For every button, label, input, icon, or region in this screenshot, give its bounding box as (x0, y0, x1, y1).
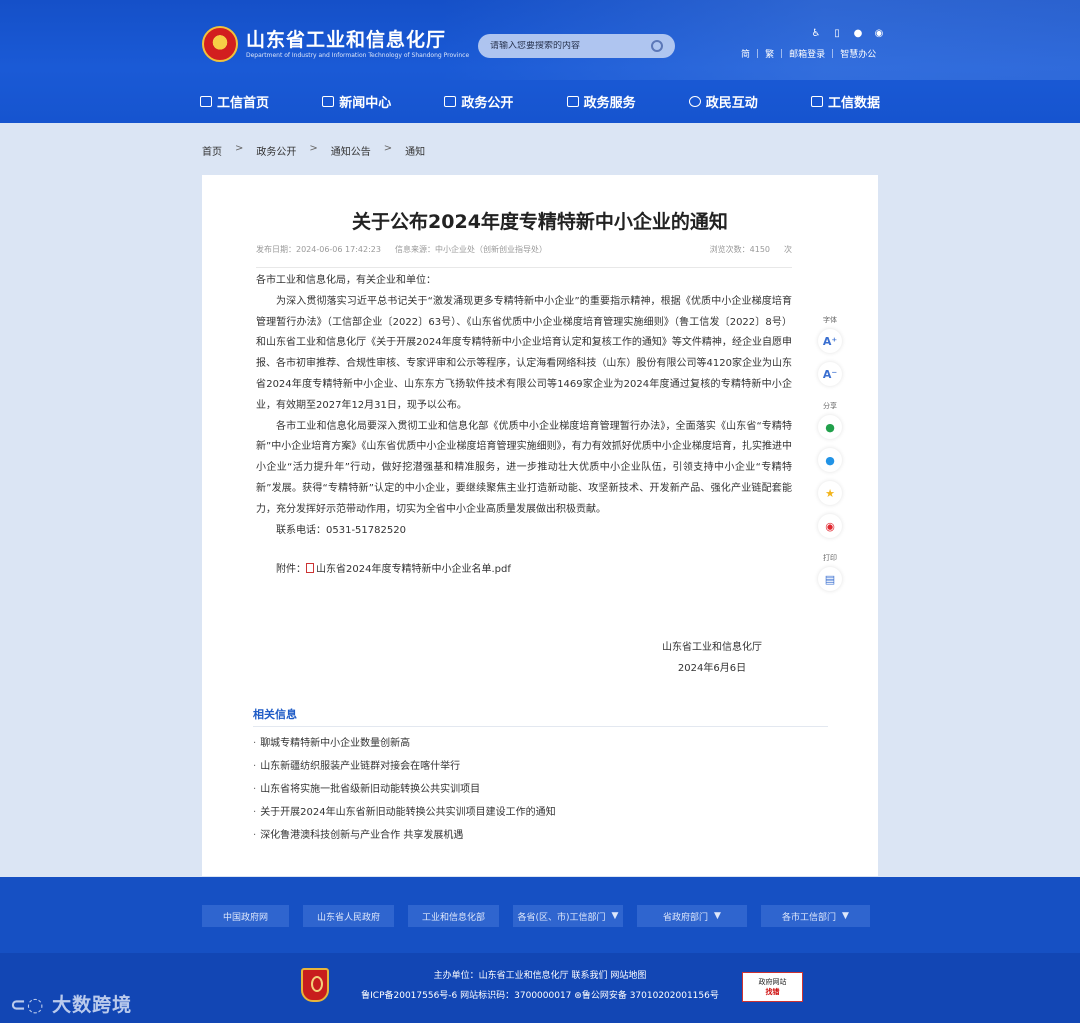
wechat-share-icon[interactable]: ● (818, 415, 842, 439)
breadcrumb-separator: > (383, 143, 393, 154)
weibo-icon[interactable]: ◉ (873, 28, 885, 39)
accessibility-icon[interactable]: ♿ (810, 28, 822, 39)
related-info-title: 相关信息 (253, 708, 297, 721)
nav-data[interactable]: 工信数据 (810, 92, 880, 111)
service-icon (566, 96, 579, 107)
footer-links: 中国政府网 山东省人民政府 工业和信息化部 各省(区、市)工信部门 ▼ 省政府部门… (202, 905, 870, 927)
home-icon (200, 96, 212, 107)
font-label: 字体 (823, 316, 837, 324)
chat-icon (688, 96, 701, 107)
separator: | (780, 48, 784, 59)
nav-news[interactable]: 新闻中心 (322, 92, 391, 111)
footer-info: 主办单位：山东省工业和信息化厅 联系我们 网站地图 鲁ICP备20017556号… (0, 966, 1080, 1006)
breadcrumb-announcements[interactable]: 通知公告 (331, 143, 371, 158)
breadcrumb-gov-affairs[interactable]: 政务公开 (256, 143, 296, 158)
view-unit: 次 (784, 245, 792, 254)
top-icon-bar: ♿ ▯ ● ◉ (810, 28, 885, 39)
footer-link-miit[interactable]: 工业和信息化部 (408, 905, 499, 927)
footer-select-city-bureaus[interactable]: 各市工信部门 ▼ (761, 905, 870, 927)
related-item[interactable]: 深化鲁港澳科技创新与产业合作 共享发展机遇 (253, 824, 556, 847)
nav-gov-affairs[interactable]: 政务公开 (444, 92, 513, 111)
search-input[interactable] (490, 41, 640, 51)
view-count: 浏览次数：4150 (709, 245, 770, 254)
qzone-share-icon[interactable]: ★ (818, 481, 842, 505)
footer-link-shandong-gov[interactable]: 山东省人民政府 (303, 905, 394, 927)
attachment: 附件： 山东省2024年度专精特新中小企业名单.pdf (256, 560, 792, 581)
print-label: 打印 (823, 554, 837, 562)
wechat-icon[interactable]: ● (852, 28, 864, 39)
salutation: 各市工业和信息化局，有关企业和单位： (256, 275, 436, 286)
simplified-link[interactable]: 简 (741, 47, 750, 60)
watermark-logo: ⊂◌ 大数跨境 (10, 994, 133, 1016)
weibo-share-icon[interactable]: ◉ (818, 514, 842, 538)
related-item[interactable]: 关于开展2024年山东省新旧动能转换公共实训项目建设工作的通知 (253, 801, 555, 824)
pdf-icon (306, 563, 314, 574)
mobile-icon[interactable]: ▯ (831, 28, 843, 39)
breadcrumb: 首页 > 政务公开 > 通知公告 > 通知 (202, 143, 425, 158)
contact-phone: 联系电话：0531-51782520 (276, 524, 406, 536)
article-title: 关于公布2024年度专精特新中小企业的通知 (352, 211, 728, 233)
info-source: 信息来源：中小企业处（创新创业指导处） (394, 245, 547, 254)
related-item[interactable]: 聊城专精特新中小企业数量创新高 (253, 732, 556, 755)
police-badge-icon: ⊛ (574, 991, 582, 1001)
breadcrumb-separator: > (309, 143, 318, 154)
smart-office-link[interactable]: 智慧办公 (840, 47, 876, 60)
separator: | (756, 48, 760, 59)
attachment-label: 附件： (276, 564, 306, 576)
sign-date: 2024年6月6日 (677, 663, 747, 674)
paragraph-1: 为深入贯彻落实习近平总书记关于“激发涌现更多专精特新中小企业”的重要指示精神，根… (256, 295, 792, 411)
font-decrease-button[interactable]: A⁻ (818, 362, 842, 386)
mail-login-link[interactable]: 邮箱登录 (789, 47, 825, 60)
database-icon (810, 96, 823, 107)
meta-divider (256, 267, 792, 268)
footer-select-departments[interactable]: 省政府部门 ▼ (637, 905, 747, 927)
article-body: 各市工业和信息化局，有关企业和单位： 为深入贯彻落实习近平总书记关于“激发涌现更… (256, 271, 792, 581)
news-icon (322, 96, 335, 107)
nav-gov-services[interactable]: 政务服务 (566, 92, 636, 111)
site-footer: 中国政府网 山东省人民政府 工业和信息化部 各省(区、市)工信部门 ▼ 省政府部门… (0, 877, 1080, 1023)
nav-interaction[interactable]: 政民互动 (688, 92, 758, 111)
related-list: 聊城专精特新中小企业数量创新高 山东新疆纺织服装产业链群对接会在喀什举行 山东省… (253, 732, 556, 847)
related-divider (253, 726, 828, 727)
site-header: 山东省工业和信息化厅 Department of Industry and In… (0, 0, 1080, 123)
breadcrumb-notice[interactable]: 通知 (405, 143, 425, 158)
side-toolbar: 字体 A⁺ A⁻ 分享 ● ● ★ ◉ 打印 ▤ (818, 315, 842, 600)
footer-police: 鲁公网安备 37010202001156号 (581, 991, 719, 1001)
site-logo[interactable]: 山东省工业和信息化厅 Department of Industry and In… (202, 26, 469, 62)
monitor-icon (444, 96, 457, 107)
footer-host: 主办单位：山东省工业和信息化厅 联系我们 网站地图 (433, 971, 647, 981)
related-item[interactable]: 山东新疆纺织服装产业链群对接会在喀什举行 (253, 755, 556, 778)
traditional-link[interactable]: 繁 (765, 47, 774, 60)
gov-site-error-report-badge[interactable]: 政府网站 找错 (742, 972, 803, 1002)
print-icon[interactable]: ▤ (818, 567, 842, 591)
main-nav: 工信首页 新闻中心 政务公开 政务服务 政民互动 工信数据 (200, 92, 880, 111)
footer-icp: 鲁ICP备20017556号-6 网站标识码：3700000017 (361, 991, 572, 1001)
footer-select-provinces[interactable]: 各省(区、市)工信部门 ▼ (513, 905, 623, 927)
breadcrumb-home[interactable]: 首页 (202, 143, 222, 158)
signature-block: 山东省工业和信息化厅 2024年6月6日 (662, 637, 762, 679)
footer-link-china-gov[interactable]: 中国政府网 (202, 905, 289, 927)
dropdown-arrow-icon: ▼ (842, 911, 849, 921)
related-item[interactable]: 山东省将实施一批省级新旧动能转换公共实训项目 (253, 778, 556, 801)
publish-date: 发布日期：2024-06-06 17:42:23 (256, 245, 381, 254)
article-card: 关于公布2024年度专精特新中小企业的通知 发布日期：2024-06-06 17… (202, 175, 878, 876)
breadcrumb-separator: > (235, 143, 244, 154)
national-emblem-icon (202, 26, 238, 62)
site-title-en: Department of Industry and Information T… (246, 51, 470, 59)
share-label: 分享 (823, 402, 837, 410)
signer: 山东省工业和信息化厅 (662, 642, 762, 653)
search-box[interactable] (478, 34, 675, 58)
separator: | (831, 48, 835, 59)
nav-home[interactable]: 工信首页 (200, 92, 269, 111)
top-links: 简 | 繁 | 邮箱登录 | 智慧办公 (741, 47, 876, 61)
article-meta: 发布日期：2024-06-06 17:42:23 信息来源：中小企业处（创新创业… (256, 244, 792, 255)
font-increase-button[interactable]: A⁺ (818, 329, 842, 353)
site-title: 山东省工业和信息化厅 (246, 28, 447, 51)
dropdown-arrow-icon: ▼ (714, 911, 721, 921)
search-icon[interactable] (651, 40, 663, 52)
qq-share-icon[interactable]: ● (818, 448, 842, 472)
attachment-link[interactable]: 山东省2024年度专精特新中小企业名单.pdf (316, 564, 511, 575)
dropdown-arrow-icon: ▼ (611, 911, 619, 921)
paragraph-2: 各市工业和信息化局要深入贯彻工业和信息化部《优质中小企业梯度培育管理暂行办法》，… (256, 420, 792, 515)
